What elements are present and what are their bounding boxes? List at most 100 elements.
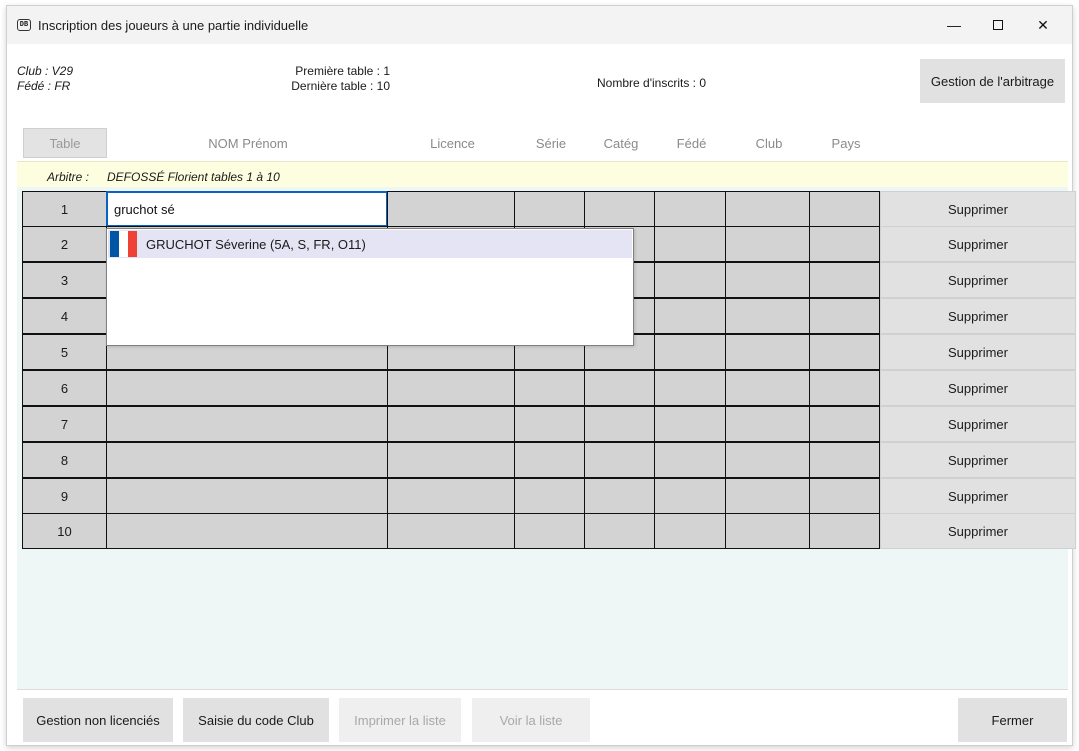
saisie-code-club-button[interactable]: Saisie du code Club (183, 698, 329, 742)
pays-cell[interactable] (809, 370, 880, 406)
licence-cell[interactable] (387, 370, 515, 406)
supprimer-button[interactable]: Supprimer (880, 191, 1076, 227)
pays-cell[interactable] (809, 442, 880, 478)
fede-cell[interactable] (654, 191, 726, 227)
table-row: 10 Supprimer (22, 513, 1076, 549)
club-cell[interactable] (725, 513, 810, 549)
supprimer-button[interactable]: Supprimer (880, 298, 1076, 334)
fede-cell[interactable] (654, 262, 726, 298)
voir-liste-button[interactable]: Voir la liste (472, 698, 590, 742)
supprimer-button[interactable]: Supprimer (880, 226, 1076, 262)
fede-cell[interactable] (654, 298, 726, 334)
categ-cell[interactable] (584, 442, 655, 478)
licence-cell[interactable] (387, 191, 515, 227)
minimize-button[interactable]: — (931, 6, 977, 44)
club-info: Club : V29 Fédé : FR (17, 64, 73, 94)
pays-cell[interactable] (809, 478, 880, 514)
categ-cell[interactable] (584, 406, 655, 442)
club-cell[interactable] (725, 406, 810, 442)
club-cell[interactable] (725, 370, 810, 406)
club-label: Club : V29 (17, 64, 74, 78)
table-number: 1 (22, 191, 107, 227)
maximize-icon (993, 20, 1003, 30)
supprimer-button[interactable]: Supprimer (880, 406, 1076, 442)
supprimer-button[interactable]: Supprimer (880, 442, 1076, 478)
close-button[interactable]: ✕ (1020, 6, 1066, 44)
maximize-button[interactable] (975, 6, 1021, 44)
gestion-arbitrage-button[interactable]: Gestion de l'arbitrage (920, 59, 1065, 103)
club-cell[interactable] (725, 298, 810, 334)
pays-cell[interactable] (809, 298, 880, 334)
column-header-pays: Pays (831, 135, 861, 151)
player-name-cell[interactable] (106, 513, 388, 549)
club-cell[interactable] (725, 478, 810, 514)
player-name-input[interactable] (106, 191, 388, 227)
table-number: 4 (22, 298, 107, 334)
licence-cell[interactable] (387, 478, 515, 514)
player-name-cell[interactable] (106, 442, 388, 478)
fede-cell[interactable] (654, 442, 726, 478)
pays-cell[interactable] (809, 226, 880, 262)
table-number: 7 (22, 406, 107, 442)
supprimer-button[interactable]: Supprimer (880, 478, 1076, 514)
serie-cell[interactable] (514, 442, 585, 478)
supprimer-button[interactable]: Supprimer (880, 370, 1076, 406)
pays-cell[interactable] (809, 262, 880, 298)
table-row: 7 Supprimer (22, 406, 1076, 442)
categ-cell[interactable] (584, 370, 655, 406)
serie-cell[interactable] (514, 191, 585, 227)
supprimer-button[interactable]: Supprimer (880, 262, 1076, 298)
club-cell[interactable] (725, 262, 810, 298)
serie-cell[interactable] (514, 478, 585, 514)
club-cell[interactable] (725, 226, 810, 262)
table-row: 1 Supprimer (22, 191, 1076, 227)
pays-cell[interactable] (809, 513, 880, 549)
arbitre-value: DEFOSSÉ Florient tables 1 à 10 (107, 170, 280, 184)
serie-cell[interactable] (514, 370, 585, 406)
table-row: 8 Supprimer (22, 442, 1076, 478)
pays-cell[interactable] (809, 191, 880, 227)
fede-cell[interactable] (654, 370, 726, 406)
serie-cell[interactable] (514, 406, 585, 442)
pays-cell[interactable] (809, 406, 880, 442)
table-number: 9 (22, 478, 107, 514)
column-header-serie: Série (535, 135, 567, 151)
gestion-non-licencies-button[interactable]: Gestion non licenciés (23, 698, 173, 742)
fede-cell[interactable] (654, 513, 726, 549)
autocomplete-popup: GRUCHOT Séverine (5A, S, FR, O11) (106, 228, 634, 346)
licence-cell[interactable] (387, 406, 515, 442)
serie-cell[interactable] (514, 513, 585, 549)
fede-cell[interactable] (654, 478, 726, 514)
categ-cell[interactable] (584, 513, 655, 549)
table-row: 6 Supprimer (22, 370, 1076, 406)
fede-cell[interactable] (654, 226, 726, 262)
column-header-table[interactable]: Table (23, 128, 107, 158)
app-icon: DB (17, 19, 31, 31)
table-number: 6 (22, 370, 107, 406)
minimize-icon: — (947, 17, 961, 33)
categ-cell[interactable] (584, 191, 655, 227)
table-number: 2 (22, 226, 107, 262)
column-header-nom-prenom: NOM Prénom (208, 135, 288, 151)
close-icon: ✕ (1037, 16, 1049, 33)
player-name-cell[interactable] (106, 478, 388, 514)
fede-cell[interactable] (654, 406, 726, 442)
supprimer-button[interactable]: Supprimer (880, 334, 1076, 370)
player-name-cell[interactable] (106, 370, 388, 406)
player-name-cell[interactable] (106, 406, 388, 442)
licence-cell[interactable] (387, 442, 515, 478)
fermer-button[interactable]: Fermer (958, 698, 1067, 742)
club-cell[interactable] (725, 191, 810, 227)
suggestion-item[interactable]: GRUCHOT Séverine (5A, S, FR, O11) (108, 230, 632, 258)
column-header-categ: Catég (603, 135, 639, 151)
supprimer-button[interactable]: Supprimer (880, 513, 1076, 549)
fede-cell[interactable] (654, 334, 726, 370)
column-header-club: Club (755, 135, 783, 151)
club-cell[interactable] (725, 442, 810, 478)
imprimer-liste-button[interactable]: Imprimer la liste (339, 698, 461, 742)
club-cell[interactable] (725, 334, 810, 370)
pays-cell[interactable] (809, 334, 880, 370)
licence-cell[interactable] (387, 513, 515, 549)
suggestion-label: GRUCHOT Séverine (5A, S, FR, O11) (146, 236, 366, 252)
categ-cell[interactable] (584, 478, 655, 514)
